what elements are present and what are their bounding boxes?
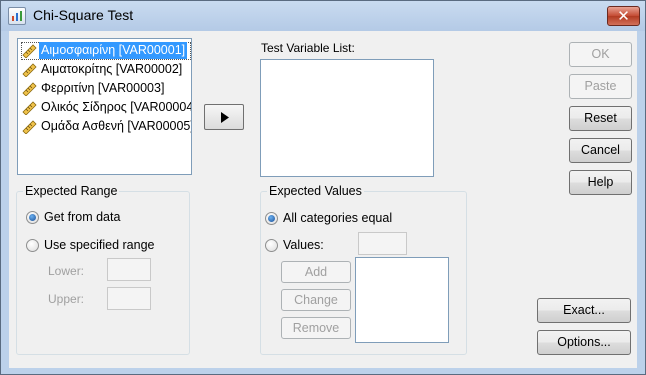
options-button[interactable]: Options...: [537, 330, 631, 355]
expected-range-group: Expected Range Get from data Use specifi…: [16, 184, 190, 355]
upper-input[interactable]: [107, 287, 151, 310]
dialog-window: Chi-Square Test ✕ Αιμοσφαιρίνη [VAR00001…: [0, 0, 646, 375]
exact-button[interactable]: Exact...: [537, 298, 631, 323]
variable-item[interactable]: Φερριτίνη [VAR00003]: [21, 80, 191, 98]
variable-label: Ομάδα Ασθενή [VAR00005]: [41, 119, 191, 133]
values-label: Values:: [283, 238, 324, 252]
close-button[interactable]: ✕: [607, 6, 640, 26]
paste-button[interactable]: Paste: [569, 74, 632, 99]
variable-item[interactable]: Αιμοσφαιρίνη [VAR00001]: [21, 42, 191, 60]
expected-range-title: Expected Range: [23, 184, 120, 198]
upper-label: Upper:: [48, 292, 85, 306]
use-specified-range-label: Use specified range: [44, 238, 155, 252]
cancel-button[interactable]: Cancel: [569, 138, 632, 163]
variable-label: Αιμοσφαιρίνη [VAR00001]: [39, 42, 188, 59]
help-button[interactable]: Help: [569, 170, 632, 195]
close-icon: ✕: [617, 7, 630, 25]
lower-label: Lower:: [48, 264, 85, 278]
title-bar[interactable]: Chi-Square Test ✕: [1, 1, 645, 31]
dialog-body: Αιμοσφαιρίνη [VAR00001] Αιματοκρίτης [VA…: [9, 31, 637, 368]
scale-ruler-icon: [22, 82, 37, 96]
reset-button[interactable]: Reset: [569, 106, 632, 131]
all-categories-equal-label: All categories equal: [283, 211, 393, 225]
remove-value-button[interactable]: Remove: [281, 317, 351, 339]
radio-button[interactable]: [265, 212, 278, 225]
variable-label: Ολικός Σίδηρος [VAR00004]: [41, 100, 191, 114]
variable-item[interactable]: Αιματοκρίτης [VAR00002]: [21, 61, 191, 79]
scale-ruler-icon: [22, 120, 37, 134]
expected-values-title: Expected Values: [267, 184, 364, 198]
variable-item[interactable]: Ολικός Σίδηρος [VAR00004]: [21, 99, 191, 117]
radio-button[interactable]: [26, 211, 39, 224]
ok-button[interactable]: OK: [569, 42, 632, 67]
variable-item[interactable]: Ομάδα Ασθενή [VAR00005]: [21, 118, 191, 136]
scale-ruler-icon: [22, 101, 37, 115]
add-value-button[interactable]: Add: [281, 261, 351, 283]
variable-label: Αιματοκρίτης [VAR00002]: [41, 62, 183, 76]
change-value-button[interactable]: Change: [281, 289, 351, 311]
expected-values-group: Expected Values All categories equal Val…: [260, 184, 467, 355]
variable-label: Φερριτίνη [VAR00003]: [41, 81, 165, 95]
window-title: Chi-Square Test: [33, 7, 134, 23]
radio-button[interactable]: [26, 239, 39, 252]
scale-ruler-icon: [22, 44, 37, 58]
test-variable-list[interactable]: [260, 59, 434, 177]
app-icon: [8, 7, 26, 25]
right-arrow-icon: [221, 112, 229, 123]
source-variable-list[interactable]: Αιμοσφαιρίνη [VAR00001] Αιματοκρίτης [VA…: [17, 38, 192, 175]
move-variable-button[interactable]: [204, 104, 244, 130]
values-input[interactable]: [358, 232, 407, 255]
expected-values-list[interactable]: [355, 257, 449, 343]
get-from-data-label: Get from data: [44, 210, 121, 224]
scale-ruler-icon: [22, 63, 37, 77]
radio-button[interactable]: [265, 239, 278, 252]
lower-input[interactable]: [107, 258, 151, 281]
test-variable-list-label: Test Variable List:: [261, 41, 355, 55]
